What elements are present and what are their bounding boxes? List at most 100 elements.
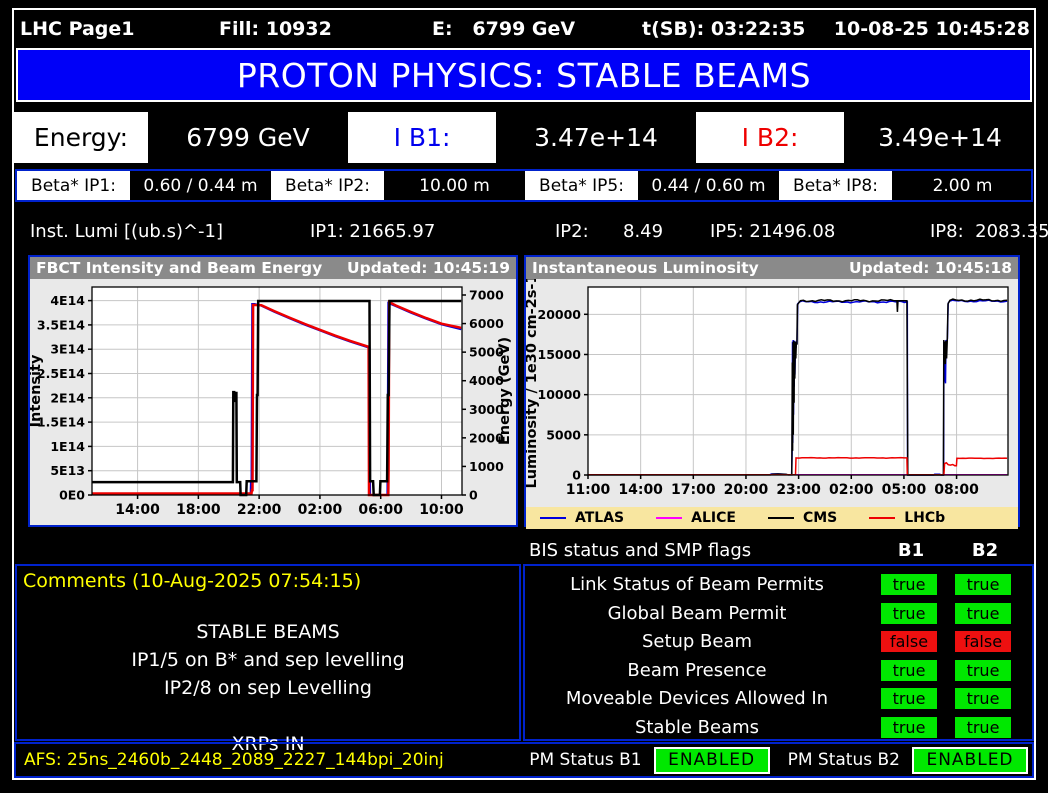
- bis-row-label: Moveable Devices Allowed In: [565, 688, 829, 709]
- bis-row-label: Stable Beams: [634, 716, 760, 738]
- fbct-chart-titlebar: FBCT Intensity and Beam Energy Updated: …: [30, 257, 516, 279]
- legend-item-cms: CMS: [767, 510, 838, 526]
- flag-b1: false: [881, 631, 937, 652]
- svg-text:22:00: 22:00: [237, 502, 282, 518]
- svg-text:17:00: 17:00: [671, 482, 716, 498]
- intensity-b2-value: 3.49e+14: [846, 112, 1034, 163]
- legend-label: ALICE: [691, 510, 736, 526]
- luminosity-legend: ATLAS ALICE CMS LHCb: [526, 507, 1018, 529]
- legend-label: ATLAS: [575, 510, 625, 526]
- svg-text:Energy (GeV): Energy (GeV): [497, 337, 513, 445]
- beam-mode-text: PROTON PHYSICS: STABLE BEAMS: [236, 55, 812, 95]
- legend-item-lhcb: LHCb: [869, 510, 945, 526]
- legend-label: LHCb: [904, 510, 946, 526]
- intensity-b2-label: I B2:: [696, 112, 844, 163]
- svg-text:7000: 7000: [469, 288, 504, 303]
- svg-text:0E0: 0E0: [59, 488, 85, 503]
- bis-row-label: Link Status of Beam Permits: [570, 574, 824, 595]
- bis-row-label: Beam Presence: [627, 659, 767, 681]
- svg-text:5000: 5000: [546, 427, 581, 442]
- bis-row: Moveable Devices Allowed In true true: [531, 688, 1011, 709]
- legend-line-cms: [767, 517, 794, 519]
- legend-line-alice: [656, 517, 683, 519]
- pm-status-b1-label: PM Status B1: [529, 750, 642, 770]
- svg-text:18:00: 18:00: [176, 502, 221, 518]
- flag-b2: true: [955, 602, 1011, 624]
- svg-text:3.5E14: 3.5E14: [37, 317, 85, 332]
- time-in-sb: t(SB): 03:22:35: [642, 18, 806, 40]
- flag-b1: true: [881, 688, 937, 709]
- svg-text:14:00: 14:00: [115, 502, 160, 518]
- bis-col-b1: B1: [897, 539, 925, 561]
- lumi-ip5: IP5: 21496.08: [710, 221, 836, 242]
- svg-text:4E14: 4E14: [50, 293, 85, 308]
- beta-value-1: 0.60 / 0.44 m: [132, 171, 269, 200]
- flag-b2: true: [955, 716, 1011, 738]
- afs-filling-scheme: AFS: 25ns_2460b_2448_2089_2227_144bpi_20…: [24, 750, 444, 770]
- bis-row: Beam Presence true true: [531, 659, 1011, 681]
- energy-value: 6799 GeV: [150, 112, 346, 163]
- beam-mode-banner: PROTON PHYSICS: STABLE BEAMS: [16, 48, 1032, 102]
- lumi-ip2: IP2: 8.49: [555, 221, 664, 242]
- svg-text:2.5E14: 2.5E14: [37, 366, 85, 381]
- fill-number: Fill: 10932: [219, 18, 332, 40]
- svg-text:23:00: 23:00: [776, 482, 821, 498]
- bis-header-row: BIS status and SMP flags B1 B2: [523, 536, 1034, 564]
- intensity-b1-value: 3.47e+14: [498, 112, 694, 163]
- svg-text:20:00: 20:00: [724, 482, 769, 498]
- svg-text:Intensity: Intensity: [30, 354, 44, 427]
- svg-text:5E13: 5E13: [50, 463, 85, 478]
- svg-text:11:00: 11:00: [566, 482, 611, 498]
- beta-value-2: 10.00 m: [386, 171, 523, 200]
- bis-row-label: Global Beam Permit: [607, 602, 787, 624]
- svg-text:1E14: 1E14: [50, 439, 85, 454]
- svg-text:Luminosity / 1e30 cm-2s-1: Luminosity / 1e30 cm-2s-1: [526, 279, 540, 489]
- comments-box: Comments (10-Aug-2025 07:54:15) STABLE B…: [15, 564, 521, 755]
- svg-text:1000: 1000: [469, 459, 504, 474]
- lumi-ip1: IP1: 21665.97: [310, 221, 436, 242]
- comments-title: Comments (10-Aug-2025 07:54:15): [23, 570, 362, 592]
- luminosity-chart-box: Instantaneous Luminosity Updated: 10:45:…: [524, 255, 1020, 529]
- comments-lines: STABLE BEAMS IP1/5 on B* and sep levellin…: [17, 618, 519, 758]
- flag-b1: true: [881, 716, 937, 738]
- svg-text:08:00: 08:00: [934, 482, 979, 498]
- svg-text:02:00: 02:00: [829, 482, 874, 498]
- svg-text:6000: 6000: [469, 316, 504, 331]
- datetime: 10-08-25 10:45:28: [833, 18, 1030, 40]
- flag-b1: true: [881, 602, 937, 624]
- legend-label: CMS: [802, 510, 838, 526]
- flag-b2: true: [955, 659, 1011, 681]
- bis-header-title: BIS status and SMP flags: [529, 539, 752, 561]
- bis-row: Link Status of Beam Permits true true: [531, 574, 1011, 595]
- bis-row: Global Beam Permit true true: [531, 602, 1011, 624]
- lumi-units-label: Inst. Lumi [(ub.s)^-1]: [30, 221, 224, 242]
- luminosity-chart: 11:00 14:00 17:00 20:00 23:00 02:00 05:00 08:00…: [524, 273, 1009, 498]
- beta-label-3: Beta* IP5:: [525, 171, 638, 200]
- flag-b2: true: [955, 574, 1011, 595]
- svg-text:06:00: 06:00: [358, 502, 403, 518]
- beta-label-4: Beta* IP8:: [779, 171, 892, 200]
- svg-text:3E14: 3E14: [50, 342, 85, 357]
- legend-line-atlas: [540, 517, 566, 519]
- legend-item-alice: ALICE: [656, 510, 736, 526]
- legend-line-lhcb: [869, 517, 896, 519]
- pm-status-b2-badge: ENABLED: [912, 746, 1028, 774]
- flag-b1: true: [881, 659, 937, 681]
- intensity-b1-label: I B1:: [348, 112, 496, 163]
- beta-value-3: 0.44 / 0.60 m: [640, 171, 777, 200]
- fbct-chart-box: FBCT Intensity and Beam Energy Updated: …: [28, 255, 518, 527]
- charts-row: FBCT Intensity and Beam Energy Updated: …: [14, 255, 1034, 529]
- svg-text:02:00: 02:00: [298, 502, 343, 518]
- svg-text:05:00: 05:00: [882, 482, 927, 498]
- bis-row: Setup Beam false false: [531, 631, 1011, 652]
- flag-b2: false: [955, 631, 1011, 652]
- afs-bar: AFS: 25ns_2460b_2448_2089_2227_144bpi_20…: [14, 742, 1034, 778]
- top-status-bar: LHC Page1 Fill: 10932 E: 6799 GeV t(SB):…: [14, 10, 1034, 46]
- lhc-page1-frame: LHC Page1 Fill: 10932 E: 6799 GeV t(SB):…: [12, 8, 1048, 780]
- svg-text:15000: 15000: [538, 347, 582, 362]
- comment-line: STABLE BEAMS: [196, 621, 340, 643]
- bis-col-b2: B2: [971, 539, 999, 561]
- lumi-ip8: IP8: 2083.35: [930, 221, 1048, 242]
- bis-row: Stable Beams true true: [531, 716, 1011, 738]
- luminosity-chart-updated: Updated: 10:45:18: [849, 259, 1012, 277]
